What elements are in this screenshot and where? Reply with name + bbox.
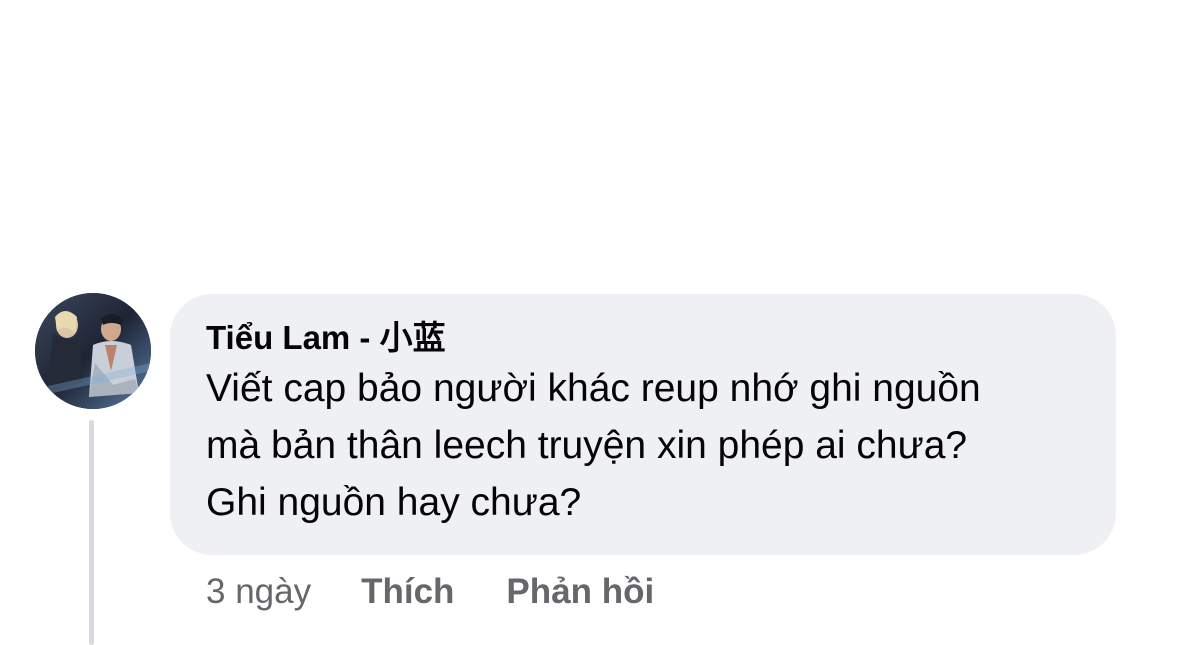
like-button[interactable]: Thích — [361, 572, 454, 612]
reply-button[interactable]: Phản hồi — [506, 572, 654, 612]
timestamp[interactable]: 3 ngày — [206, 572, 311, 612]
author-name[interactable]: Tiểu Lam - 小蓝 — [206, 318, 1086, 358]
comment-actions: 3 ngày Thích Phản hồi — [206, 567, 654, 617]
avatar-image — [35, 293, 151, 409]
avatar[interactable] — [35, 293, 151, 409]
reply-thread-line — [89, 420, 94, 645]
comment-text: Viết cap bảo người khác reup nhớ ghi ngu… — [206, 367, 981, 524]
comment-bubble: Tiểu Lam - 小蓝 Viết cap bảo người khác re… — [170, 294, 1116, 555]
